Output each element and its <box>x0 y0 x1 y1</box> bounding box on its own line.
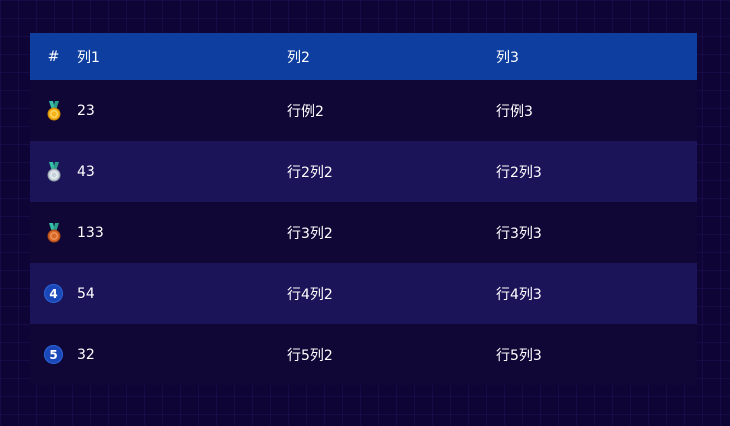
rank-badge: 4 <box>44 284 63 303</box>
cell-col3: 行4列3 <box>496 286 542 303</box>
rank-cell <box>30 100 77 121</box>
gold-medal-icon <box>47 100 60 120</box>
cell-col1: 23 <box>77 102 95 119</box>
table-row: 23 行例2 行例3 <box>30 80 697 141</box>
cell-col3: 行例3 <box>496 103 533 120</box>
cell-col2: 行4列2 <box>287 286 333 303</box>
header-col1: 列1 <box>77 49 100 66</box>
cell-col1: 32 <box>77 346 95 363</box>
table-row: 5 32 行5列2 行5列3 <box>30 324 697 385</box>
cell-col3: 行5列3 <box>496 347 542 364</box>
table-row: 43 行2列2 行2列3 <box>30 141 697 202</box>
cell-col2: 行3列2 <box>287 225 333 242</box>
cell-col2: 行2列2 <box>287 164 333 181</box>
table-row: 133 行3列2 行3列3 <box>30 202 697 263</box>
rank-cell: 4 <box>30 284 77 303</box>
rank-badge: 5 <box>44 345 63 364</box>
ranking-table: # 列1 列2 列3 23 行例2 行例3 43 行2列2 行2列3 133 行… <box>30 33 697 385</box>
cell-col1: 133 <box>77 224 104 241</box>
bronze-medal-icon <box>47 222 60 242</box>
cell-col2: 行5列2 <box>287 347 333 364</box>
cell-col3: 行3列3 <box>496 225 542 242</box>
header-col2: 列2 <box>287 49 310 66</box>
header-index: # <box>47 48 60 65</box>
header-col3: 列3 <box>496 49 519 66</box>
table-row: 4 54 行4列2 行4列3 <box>30 263 697 324</box>
table-header: # 列1 列2 列3 <box>30 33 697 80</box>
cell-col3: 行2列3 <box>496 164 542 181</box>
rank-cell: 5 <box>30 345 77 364</box>
rank-cell <box>30 222 77 243</box>
cell-col1: 43 <box>77 163 95 180</box>
silver-medal-icon <box>47 161 60 181</box>
cell-col2: 行例2 <box>287 103 324 120</box>
rank-cell <box>30 161 77 182</box>
cell-col1: 54 <box>77 285 95 302</box>
